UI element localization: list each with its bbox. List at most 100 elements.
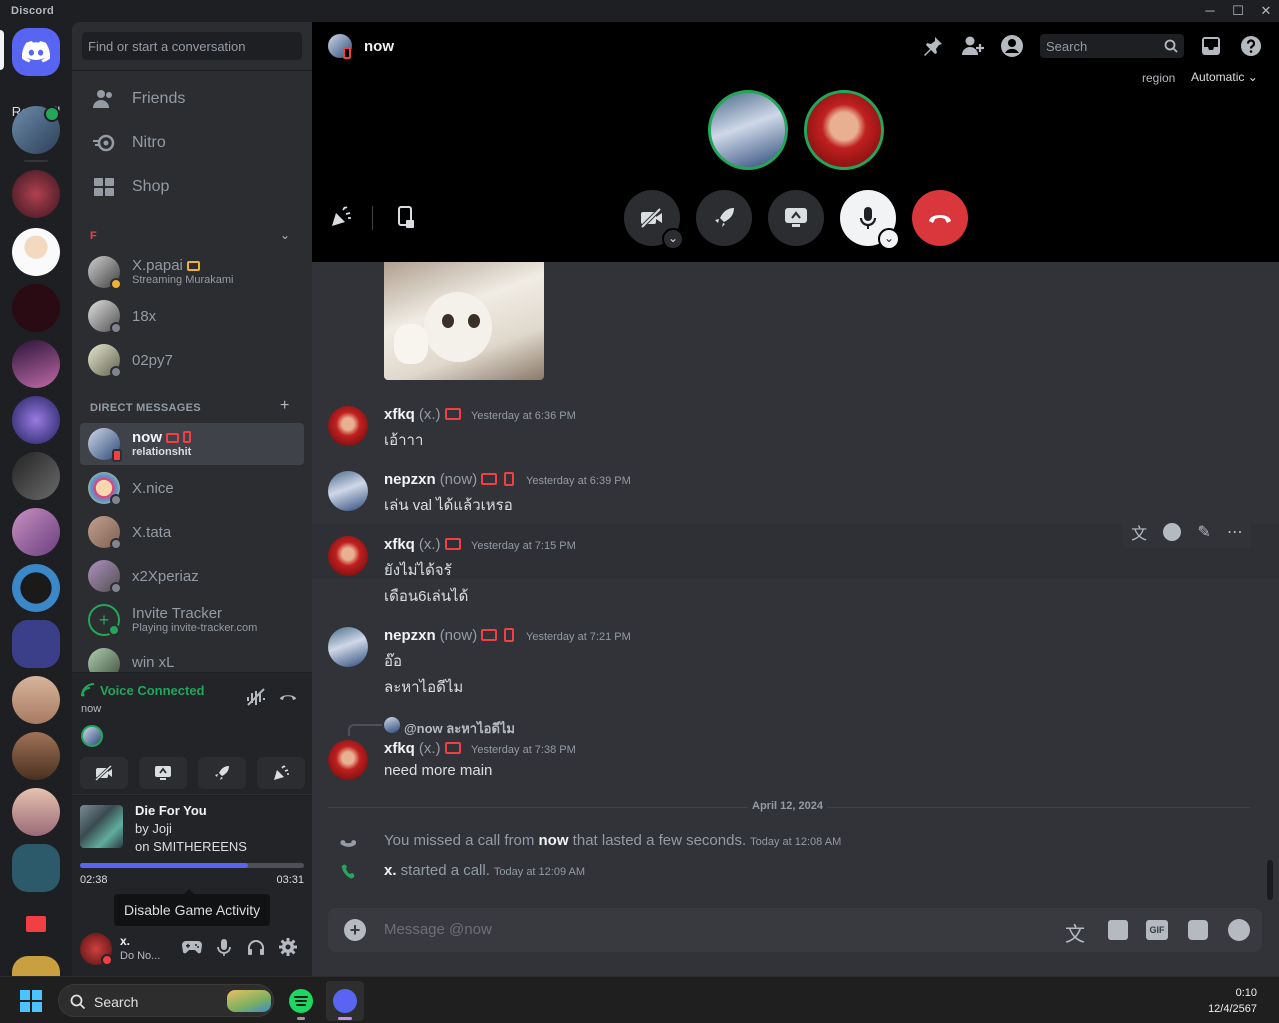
server-folder[interactable] [12, 620, 60, 668]
translate-icon[interactable]: 文 [1131, 520, 1147, 544]
album-cover[interactable] [80, 805, 123, 848]
group-item[interactable]: X.papai Streaming Murakami [80, 251, 304, 293]
message-avatar[interactable] [328, 536, 368, 576]
nav-nitro[interactable]: Nitro [80, 122, 304, 164]
share-screen-button[interactable] [768, 190, 824, 246]
server-icon[interactable] [12, 340, 60, 388]
home-button[interactable] [12, 28, 60, 76]
server-icon[interactable] [12, 508, 60, 556]
add-friend-icon[interactable] [961, 35, 985, 57]
server-icon[interactable] [12, 676, 60, 724]
activity-button[interactable] [696, 190, 752, 246]
song-progress-bar[interactable] [80, 863, 304, 868]
desktop-icon [481, 629, 497, 641]
hang-up-icon [929, 215, 951, 223]
emoji-icon[interactable] [1228, 919, 1250, 941]
invite-tracker-icon: + [88, 604, 120, 636]
toggle-camera-button[interactable]: ⌄ [624, 190, 684, 250]
message-avatar[interactable] [328, 471, 368, 511]
popout-icon[interactable] [396, 206, 416, 230]
group-item[interactable]: 18x [80, 295, 304, 337]
group-item[interactable]: 02py7 [80, 339, 304, 381]
dm-item-active[interactable]: now relationshit [80, 423, 304, 465]
server-icon[interactable] [12, 956, 60, 976]
game-activity-button[interactable] [180, 935, 204, 959]
mute-button[interactable] [212, 935, 236, 959]
song-title[interactable]: Die For You [135, 803, 207, 818]
taskbar-search[interactable]: Search [58, 984, 274, 1017]
add-reaction-icon[interactable] [1163, 523, 1182, 541]
server-icon[interactable] [12, 564, 60, 612]
discord-taskbar-button[interactable] [326, 981, 364, 1021]
dm-item[interactable]: + Invite Tracker Playing invite-tracker.… [80, 599, 304, 641]
help-icon[interactable] [1240, 35, 1262, 57]
dm-item[interactable]: X.nice [80, 467, 304, 509]
chevron-down-icon[interactable]: ⌄ [878, 228, 900, 250]
chevron-down-icon[interactable]: ⌄ [662, 228, 684, 250]
voice-channel-label[interactable]: now [81, 703, 101, 715]
activities-button[interactable] [198, 757, 246, 789]
edit-icon[interactable]: ✎ [1197, 522, 1210, 542]
chevron-down-icon[interactable]: ⌄ [280, 228, 290, 242]
message-avatar[interactable] [328, 740, 368, 780]
message-author[interactable]: nepzxn (now) [384, 471, 477, 488]
close-button[interactable]: ✕ [1250, 0, 1279, 22]
screen-share-button[interactable] [139, 757, 187, 789]
call-participant-now[interactable] [708, 90, 788, 170]
server-icon[interactable] [12, 732, 60, 780]
sticker-icon[interactable] [1188, 920, 1208, 940]
deafen-button[interactable] [244, 935, 268, 959]
server-folder[interactable] [12, 844, 60, 892]
server-icon[interactable] [12, 452, 60, 500]
leave-call-button[interactable] [912, 190, 968, 246]
system-clock[interactable]: 0:10 12/4/2567 [1208, 985, 1257, 1017]
folder-icon[interactable] [12, 900, 60, 948]
dm-item[interactable]: X.tata [80, 511, 304, 553]
dm-item[interactable]: x2Xperiaz [80, 555, 304, 597]
windows-start-icon[interactable] [20, 990, 42, 1012]
find-conversation-input[interactable]: Find or start a conversation [82, 32, 302, 60]
soundboard-button[interactable] [257, 757, 305, 789]
message-author[interactable]: xfkq (x.) [384, 536, 441, 553]
voice-participant-avatar[interactable] [81, 725, 103, 747]
soundboard-icon[interactable] [330, 206, 352, 228]
reply-preview[interactable]: @now ละหาไอดีไม [404, 718, 515, 739]
user-profile-icon[interactable] [1000, 34, 1024, 58]
server-icon[interactable] [12, 396, 60, 444]
call-participant-self[interactable] [804, 90, 884, 170]
server-icon[interactable] [12, 284, 60, 332]
translate-icon[interactable]: 文 [1065, 918, 1085, 947]
chat-scrollbar[interactable] [1267, 860, 1273, 900]
pin-icon[interactable] [922, 35, 944, 57]
region-select[interactable]: Automatic ⌄ [1191, 70, 1258, 84]
group-header[interactable]: F [90, 230, 97, 242]
server-icon[interactable] [12, 170, 60, 218]
song-artist[interactable]: by Joji [135, 821, 172, 836]
song-album[interactable]: on SMITHEREENS [135, 839, 247, 854]
mute-mic-button[interactable]: ⌄ [840, 190, 900, 250]
gif-icon[interactable]: GIF [1146, 920, 1168, 940]
add-dm-icon[interactable]: + [280, 397, 289, 415]
header-search-input[interactable]: Search [1040, 34, 1184, 58]
user-settings-button[interactable] [276, 935, 300, 959]
dm-name: X.tata [132, 523, 172, 541]
username[interactable]: x. [120, 934, 130, 948]
add-attachment-icon[interactable]: + [344, 919, 366, 941]
video-off-button[interactable] [80, 757, 128, 789]
dm-item[interactable]: win xL [80, 643, 304, 672]
spotify-taskbar-icon[interactable] [289, 989, 313, 1013]
message-author[interactable]: xfkq (x.) [384, 740, 441, 757]
nav-shop[interactable]: Shop [80, 166, 304, 208]
message-avatar[interactable] [328, 627, 368, 667]
nav-friends[interactable]: Friends [80, 78, 304, 120]
server-icon[interactable] [12, 788, 60, 836]
more-icon[interactable]: ⋯ [1227, 522, 1243, 542]
message-input[interactable]: Message @now [384, 921, 492, 938]
inbox-icon[interactable] [1200, 35, 1222, 57]
gift-icon[interactable] [1108, 920, 1128, 940]
server-icon[interactable] [12, 228, 60, 276]
message-author[interactable]: nepzxn (now) [384, 627, 477, 644]
message-avatar[interactable] [328, 406, 368, 446]
message-author[interactable]: xfkq (x.) [384, 406, 441, 423]
cat-sticker-image[interactable] [384, 262, 544, 380]
